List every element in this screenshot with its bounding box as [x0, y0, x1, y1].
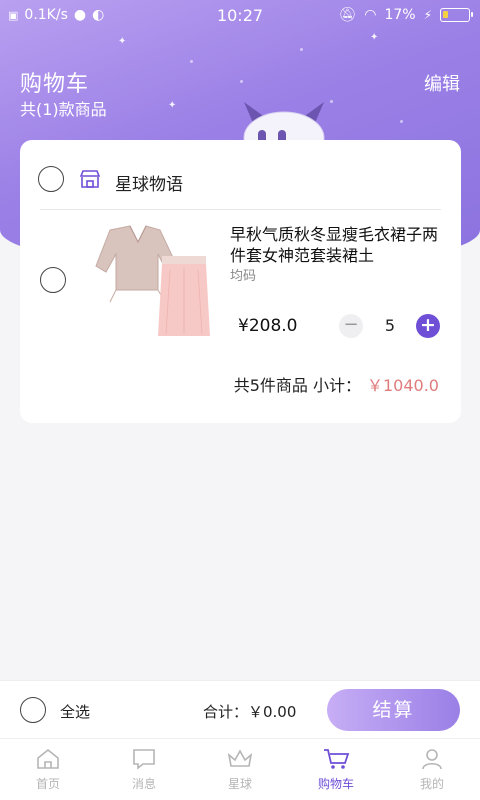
profile-icon: [422, 749, 442, 770]
charging-icon: ⚡︎: [423, 8, 432, 22]
divider: [40, 209, 441, 210]
sparkle-icon: ✦: [370, 32, 379, 43]
checkout-button[interactable]: 结算: [327, 689, 460, 731]
home-icon: [37, 748, 59, 769]
product-title[interactable]: 早秋气质秋冬显瘦毛衣裙子两件套女神范套装裙土: [230, 224, 445, 266]
battery-percent: 17%: [384, 7, 416, 23]
tab-home[interactable]: 首页: [0, 739, 96, 800]
page-title: 购物车: [20, 72, 90, 97]
message-icon: [133, 749, 155, 770]
select-all-radio[interactable]: [20, 697, 46, 723]
mute-icon: 🔕︎: [338, 7, 357, 23]
sparkle-icon: ✦: [168, 100, 177, 111]
quantity-decrease-button[interactable]: −: [339, 314, 363, 338]
tab-label: 我的: [419, 777, 444, 791]
cart-card: 星球物语 早秋气质秋冬显瘦毛衣裙子两件套女神范套装裙土 均码 ¥208.0 − …: [20, 140, 461, 423]
edit-button[interactable]: 编辑: [424, 70, 460, 96]
sparkle-icon: ✦: [118, 36, 127, 47]
item-count: 共(1)款商品: [20, 100, 107, 119]
tab-planet[interactable]: 星球: [192, 739, 288, 800]
total-amount: 合计：￥0.00: [203, 703, 297, 721]
status-bar: ▣ 0.1K/s ● ◐ 10:27 🔕︎ ◠ 17% ⚡︎: [0, 0, 480, 30]
store-select-radio[interactable]: [38, 166, 64, 192]
battery-icon: [440, 8, 473, 22]
item-select-radio[interactable]: [40, 267, 66, 293]
product-price: ¥208.0: [238, 316, 298, 336]
quantity-value: 5: [384, 316, 396, 335]
tab-cart[interactable]: 购物车: [288, 739, 384, 800]
crown-icon: [227, 749, 253, 767]
store-row: 星球物语: [20, 160, 461, 200]
checkout-bar: 全选 合计：￥0.00 结算: [0, 680, 480, 738]
select-all-label[interactable]: 全选: [60, 701, 90, 722]
product-image[interactable]: [80, 220, 210, 340]
subtotal: 共5件商品 小计： ￥1040.0: [234, 372, 439, 396]
tab-bar: 首页 消息 星球 购物车 我的: [0, 738, 480, 800]
subtotal-label: 共5件商品 小计：: [233, 376, 361, 395]
tab-label: 星球: [227, 777, 252, 791]
tab-profile[interactable]: 我的: [384, 739, 480, 800]
tab-label: 消息: [131, 777, 156, 791]
store-icon: [79, 170, 101, 188]
wifi-icon: ◠: [364, 7, 377, 23]
tab-messages[interactable]: 消息: [96, 739, 192, 800]
tab-label: 首页: [35, 777, 60, 791]
store-name[interactable]: 星球物语: [115, 170, 183, 195]
product-spec: 均码: [230, 269, 257, 284]
cart-icon: [324, 749, 350, 769]
quantity-increase-button[interactable]: +: [416, 314, 440, 338]
tab-label: 购物车: [317, 777, 354, 791]
subtotal-amount: ￥1040.0: [367, 376, 439, 395]
